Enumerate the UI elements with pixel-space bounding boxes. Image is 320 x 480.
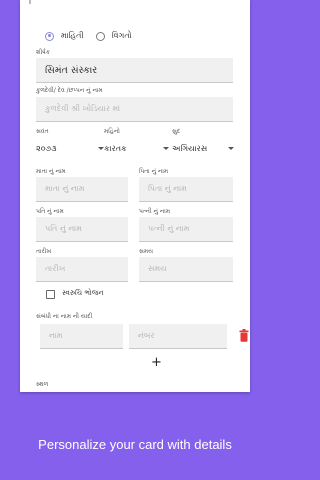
relative-number-field[interactable]: નંબર <box>129 324 227 349</box>
deity-field[interactable]: કુળદેવી શ્રી ખોડિયાર માં <box>36 97 233 122</box>
dinner-checkbox[interactable] <box>46 290 55 299</box>
paksh-value: અગિયારસ <box>172 144 208 153</box>
radio-label-details: વિગતો <box>111 31 132 40</box>
father-name-label: પિતા નું નામ <box>139 168 169 175</box>
relatives-label: સંબંધી ના નામ ની યાદી <box>36 313 93 320</box>
father-name-field[interactable]: પિતા નું નામ <box>139 177 233 202</box>
scroll-indicator <box>29 0 31 4</box>
relative-name-field[interactable]: નામ <box>40 324 123 349</box>
samvat-dropdown[interactable]: ૨૦૭૩ <box>36 143 106 155</box>
form-card: માહિતી વિગતો શીર્ષક સિમંત સંસ્કાર કુળદેવ… <box>20 0 250 392</box>
wife-name-field[interactable]: પત્ની નું નામ <box>139 217 233 242</box>
radio-checked-icon[interactable] <box>45 31 54 41</box>
time-field[interactable]: સમય <box>139 257 233 282</box>
date-field[interactable]: તારીખ <box>36 257 128 282</box>
title-field[interactable]: સિમંત સંસ્કાર <box>36 58 233 83</box>
dinner-label: સ્વરુચિ ભોજન <box>62 289 104 297</box>
chevron-down-icon <box>163 147 169 150</box>
samvat-value: ૨૦૭૩ <box>36 144 57 153</box>
husband-name-field[interactable]: પતિ નું નામ <box>36 217 128 242</box>
radio-option-info[interactable]: માહિતી <box>45 31 84 41</box>
delete-icon[interactable] <box>239 329 249 342</box>
paksh-dropdown[interactable]: અગિયારસ <box>172 143 236 155</box>
mother-name-field[interactable]: માતા નું નામ <box>36 177 128 202</box>
type-selector: માહિતી વિગતો <box>45 28 144 44</box>
paksh-label: સુદ <box>172 128 181 135</box>
radio-option-details[interactable]: વિગતો <box>95 31 132 41</box>
month-value: કારતક <box>104 144 127 153</box>
radio-label-info: માહિતી <box>61 31 84 40</box>
husband-name-label: પતિ નું નામ <box>36 208 64 215</box>
chevron-down-icon <box>228 147 234 150</box>
month-dropdown[interactable]: કારતક <box>104 143 172 155</box>
time-label: સમય <box>139 248 154 255</box>
radio-unchecked-icon[interactable] <box>95 31 105 41</box>
wife-name-label: પત્ની નું નામ <box>139 208 171 215</box>
date-label: તારીખ <box>36 248 52 255</box>
deity-label: કુળદેવી/ દેવ /છપ્પન નું નામ <box>36 87 103 94</box>
title-label: શીર્ષક <box>36 49 50 56</box>
mother-name-label: માતા નું નામ <box>36 168 66 175</box>
samvat-label: સવંત <box>36 128 49 135</box>
promo-caption: Personalize your card with details <box>38 437 232 452</box>
month-label: મહિનો <box>104 128 120 135</box>
add-relative-button[interactable]: + <box>151 356 162 370</box>
place-label: સ્થળ <box>36 381 49 388</box>
